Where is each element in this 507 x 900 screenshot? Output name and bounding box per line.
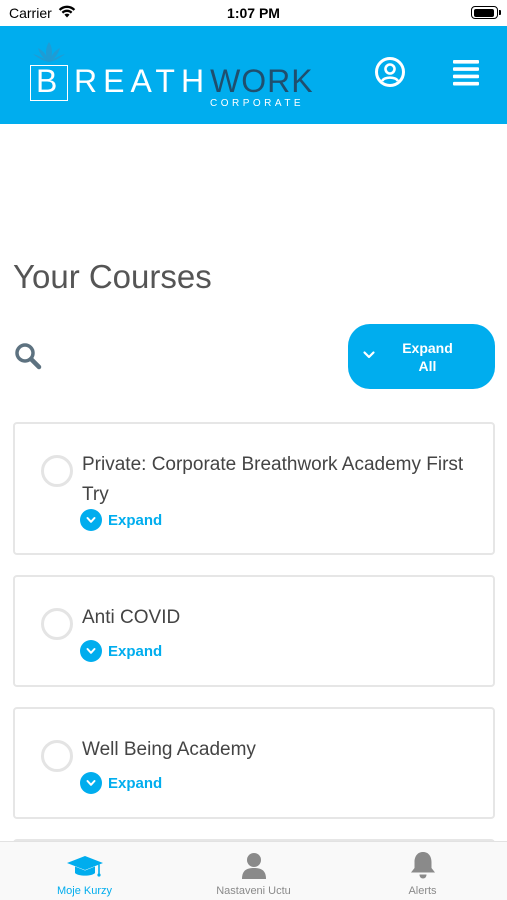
page-title: Your Courses xyxy=(13,258,212,295)
tab-nastaveni-uctu[interactable]: Nastaveni Uctu xyxy=(169,842,338,900)
tab-moje-kurzy[interactable]: Moje Kurzy xyxy=(0,842,169,900)
tab-label: Alerts xyxy=(408,885,437,897)
battery-icon xyxy=(471,6,501,19)
expand-label: Expand xyxy=(108,642,163,660)
expand-link[interactable]: Expand xyxy=(80,640,162,662)
chevron-down-icon xyxy=(80,640,102,662)
user-circle-icon xyxy=(375,57,405,87)
user-icon xyxy=(241,850,267,880)
expand-label: Expand xyxy=(108,511,163,529)
graduation-cap-icon xyxy=(66,850,104,880)
status-bar: Carrier 1:07 PM xyxy=(0,0,507,26)
hamburger-icon xyxy=(453,60,479,86)
course-checkbox[interactable] xyxy=(41,740,73,772)
course-title: Anti COVID xyxy=(82,607,181,628)
logo-subtitle: CORPORATE xyxy=(210,98,305,109)
breathwork-logo[interactable]: B REATHWORK CORPORATE xyxy=(28,40,313,112)
course-checkbox[interactable] xyxy=(41,455,73,487)
logo-reath: REATH xyxy=(74,63,211,99)
expand-label: Expand xyxy=(108,774,163,792)
course-title: Well Being Academy xyxy=(82,739,256,760)
logo-work: WORK xyxy=(210,63,314,99)
tab-label: Moje Kurzy xyxy=(56,885,113,897)
bell-icon xyxy=(409,850,437,880)
chevron-down-icon xyxy=(363,351,375,359)
course-card[interactable]: Anti COVID Expand xyxy=(13,575,495,687)
expand-all-button[interactable]: Expand All xyxy=(348,324,495,389)
status-time: 1:07 PM xyxy=(227,5,280,21)
app-header: B REATHWORK CORPORATE xyxy=(0,26,507,124)
tab-alerts[interactable]: Alerts xyxy=(338,842,507,900)
logo-letter: B xyxy=(36,63,60,99)
expand-all-label: Expand All xyxy=(402,339,453,374)
course-checkbox[interactable] xyxy=(41,608,73,640)
profile-button[interactable] xyxy=(370,52,410,92)
search-button[interactable] xyxy=(13,341,45,373)
expand-link[interactable]: Expand xyxy=(80,509,162,531)
tab-label: Nastaveni Uctu xyxy=(216,885,291,897)
chevron-down-icon xyxy=(80,509,102,531)
tab-bar: Moje Kurzy Nastaveni Uctu Alerts xyxy=(0,841,507,900)
chevron-down-icon xyxy=(80,772,102,794)
expand-link[interactable]: Expand xyxy=(80,772,162,794)
course-card[interactable]: Well Being Academy Expand xyxy=(13,707,495,819)
search-icon xyxy=(15,343,42,370)
menu-button[interactable] xyxy=(446,52,486,92)
course-title: Private: Corporate Breathwork Academy Fi… xyxy=(82,454,464,505)
course-card[interactable]: Private: Corporate Breathwork Academy Fi… xyxy=(13,422,495,555)
